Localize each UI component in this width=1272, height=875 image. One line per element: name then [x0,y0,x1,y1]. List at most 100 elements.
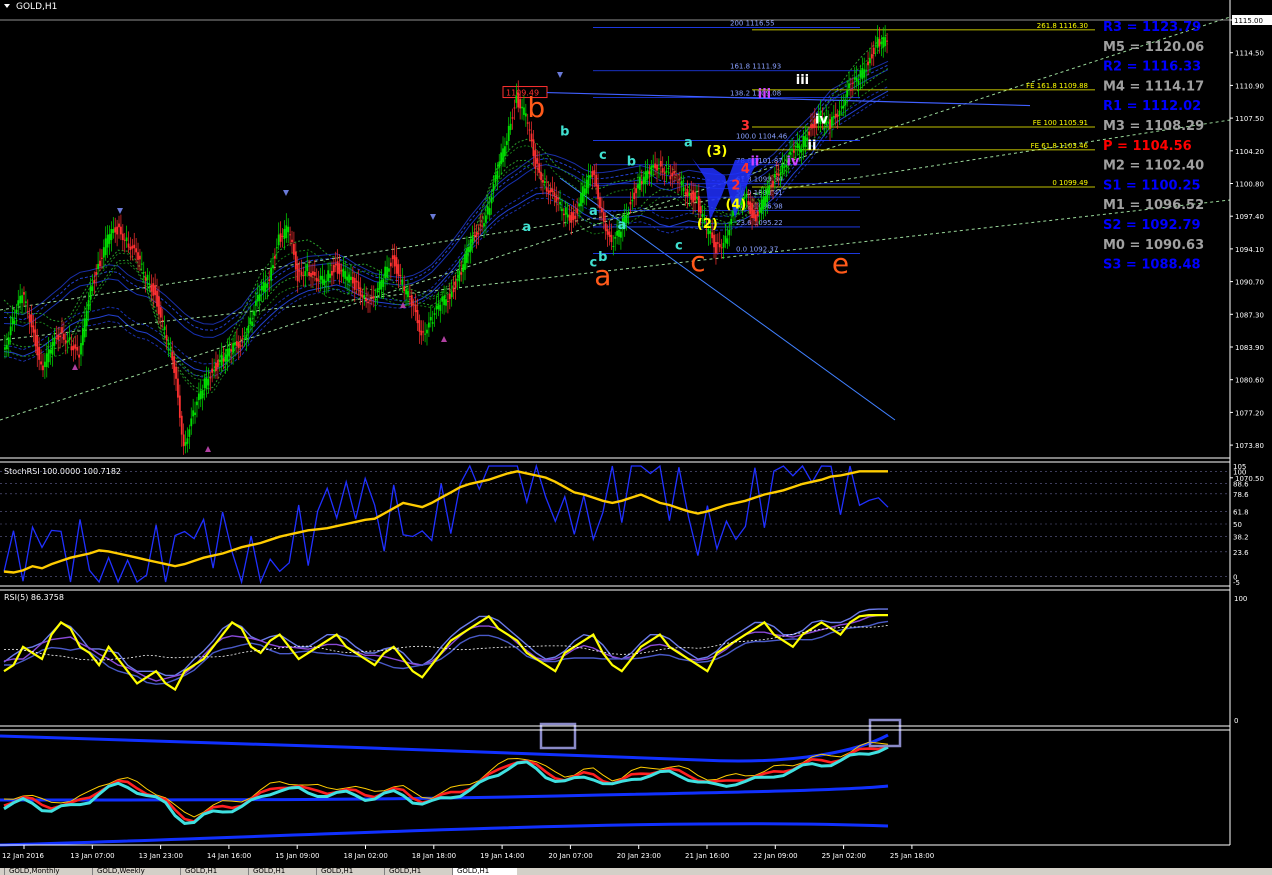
candle-body [254,300,257,306]
candle-body [197,393,200,401]
candle-body [433,313,436,315]
candle-body [101,257,103,259]
candle-body [11,317,14,325]
candle-body [424,333,426,335]
axes: 1115.00 1114.50 1110.90 1107.50 1104.20 1100.… [0,0,1272,860]
candle-body [173,356,176,373]
wave-label-minor: a [522,220,531,235]
time-tick-label: 20 Jan 23:00 [617,852,661,860]
candle-body [258,293,261,302]
candle-body [180,415,183,435]
candle-body [576,208,579,214]
candle-body [690,192,693,200]
candle-body [572,212,575,221]
candle-body [348,274,350,283]
candle-body [78,354,80,358]
candle-body [304,271,307,276]
candle-body [140,263,143,265]
candle-body [536,158,539,164]
candle-body [486,206,489,215]
candle-body [869,58,871,64]
time-tick-label: 18 Jan 18:00 [412,852,456,860]
candle-body [403,286,406,291]
wave-label-minor: (2) [697,217,718,232]
candle-body [792,150,795,153]
candle-body [678,178,681,180]
wave-label-minor: 2 [731,179,740,194]
osc-lower-band [0,822,889,847]
candle-body [131,245,134,249]
candle-body [38,346,41,360]
candle-body [595,174,598,187]
rsi-title: RSI(5) 86.3758 [4,593,64,602]
candle-body [848,83,850,89]
candle-body [665,170,668,173]
candle-body [95,271,98,275]
wave-label-minor: b [627,154,636,169]
candle-body [475,231,478,238]
candle-body [500,152,503,165]
candle-body [59,335,61,338]
candle-body [34,329,37,347]
chart-tab[interactable]: GOLD,H1 [384,868,449,875]
candle-body [791,148,793,151]
chart-tab[interactable]: GOLD,H1 [180,868,245,875]
candle-body [21,295,23,304]
candle-body [612,246,615,248]
wave-label-major: b [527,91,545,124]
candle-body [319,275,322,280]
candle-body [667,168,670,170]
candle-body [209,377,212,379]
candle-body [272,265,274,269]
candle-body [753,209,755,219]
chart-tab[interactable]: GOLD,H1 [452,868,517,875]
candle-body [829,119,831,129]
price-tick-label: 1104.20 [1235,148,1264,156]
pivot-level-label: S3 = 1088.48 [1103,258,1201,273]
chart-tab[interactable]: GOLD,H1 [316,868,381,875]
candle-body [230,349,233,352]
candle-body [671,172,674,177]
candle-body [464,254,466,270]
horizontal-blue-ray [546,91,1031,107]
candle-body [479,224,482,226]
candle-body [775,173,778,176]
chart-tab[interactable]: GOLD,Monthly [4,868,89,875]
candle-body [93,280,96,284]
candle-body [167,342,170,345]
price-tick-label: 1100.80 [1235,181,1264,189]
stoch-tick-label: 61.8 [1233,509,1249,517]
price-tick-label: 1080.60 [1235,377,1264,385]
candle-body [764,196,767,206]
candle-body [281,235,284,237]
candle-body [17,300,20,306]
chart-canvas[interactable]: GOLD,H1 261.8 1116.30 FE 161.8 1109.88 FE … [0,0,1272,868]
candle-body [559,201,561,205]
candle-body [87,300,90,310]
candle-body [121,233,124,240]
wave-label-minor: a [684,136,693,151]
price-tick-label: 1070.50 [1235,475,1264,483]
candle-body [447,300,449,302]
chart-tab[interactable]: GOLD,H1 [248,868,313,875]
candle-body [834,113,837,118]
oscillator-panel[interactable] [0,718,902,847]
price-panel[interactable]: 261.8 1116.30 FE 161.8 1109.88 FE 100 1105… [0,16,1231,455]
rsi-panel[interactable]: RSI(5) 86.3758 100 0 [3,593,1247,725]
candle-body [410,295,413,307]
candle-body [511,117,514,119]
candle-body [488,208,491,216]
candle-body [201,390,204,399]
candle-body [353,277,356,290]
chart-tab[interactable]: GOLD,Weekly [92,868,177,875]
candle-body [420,330,423,336]
stochrsi-panel[interactable]: StochRSI 100.0000 100.7182 10510088.678.6… [0,463,1249,587]
candle-body [133,244,136,249]
candle-body [652,165,655,168]
osc-upper-band [0,733,889,763]
title-menu-icon[interactable] [4,4,10,8]
time-tick-label: 22 Jan 09:00 [753,852,797,860]
candle-body [783,166,786,168]
candle-body [40,361,42,365]
wave-label-minor: (3) [706,144,727,159]
